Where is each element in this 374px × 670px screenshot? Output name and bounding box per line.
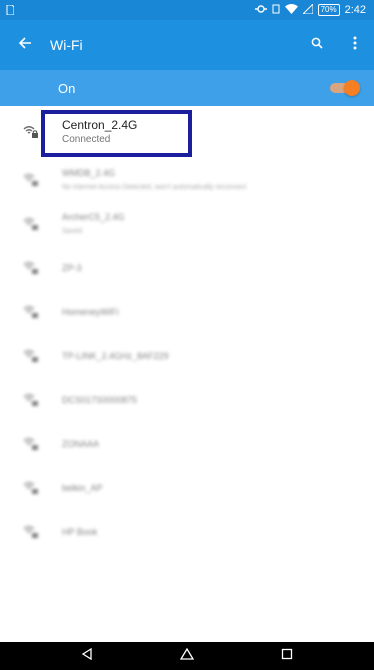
battery-indicator: 70%: [317, 4, 340, 16]
network-ssid: HP Book: [62, 526, 98, 537]
wifi-lock-icon: [0, 261, 62, 275]
network-item[interactable]: belkin_AP: [0, 466, 374, 510]
network-item[interactable]: ZONAAA: [0, 422, 374, 466]
network-item[interactable]: WMDB_2.4G No Internet Access Detected, w…: [0, 158, 374, 202]
network-ssid: TP-LINK_2.4GHz_8AF229: [62, 350, 169, 361]
wifi-lock-icon: [0, 437, 62, 451]
wifi-toggle[interactable]: [330, 80, 360, 96]
wifi-master-switch-bar[interactable]: On: [0, 70, 374, 106]
network-ssid: ArcherC5_2.4G: [62, 212, 125, 222]
network-ssid: HomeneyWiFi: [62, 306, 119, 317]
wifi-lock-icon: [0, 217, 62, 231]
nav-back-button[interactable]: [76, 645, 98, 667]
status-time: 2:42: [344, 4, 366, 16]
network-item[interactable]: ArcherC5_2.4G Saved: [0, 202, 374, 246]
vibrate-icon: [272, 4, 280, 17]
status-icons: 70% 2:42: [254, 2, 374, 17]
more-options-button[interactable]: [336, 20, 374, 70]
network-status: Saved: [62, 228, 82, 235]
wifi-signal-icon: [284, 3, 298, 17]
network-item[interactable]: TP-LINK_2.4GHz_8AF229: [0, 334, 374, 378]
arrow-left-icon: [18, 36, 32, 55]
data-saver-icon: [254, 4, 267, 17]
network-item[interactable]: DCS017S0000875: [0, 378, 374, 422]
network-ssid: ZP-3: [62, 262, 82, 273]
square-recents-icon: [281, 647, 293, 665]
wifi-lock-icon: [0, 481, 62, 495]
cell-signal-icon: [301, 2, 314, 17]
network-item-connected[interactable]: Centron_2.4G Connected: [0, 106, 374, 158]
nav-home-button[interactable]: [176, 645, 198, 667]
network-status: No Internet Access Detected, won't autom…: [62, 184, 247, 191]
wifi-lock-icon: [0, 305, 62, 319]
home-icon: [179, 647, 195, 665]
toggle-thumb: [344, 80, 360, 96]
wifi-network-list: Centron_2.4G Connected WMDB_2.4G No Inte…: [0, 106, 374, 554]
network-ssid: ZONAAA: [62, 438, 100, 449]
network-ssid: Centron_2.4G: [62, 118, 138, 132]
nav-recents-button[interactable]: [276, 645, 298, 667]
wifi-lock-icon: [0, 393, 62, 407]
status-bar: 70% 2:42: [0, 0, 374, 20]
search-icon: [311, 36, 323, 54]
wifi-switch-label: On: [58, 80, 76, 96]
network-item[interactable]: HomeneyWiFi: [0, 290, 374, 334]
more-vert-icon: [353, 36, 357, 55]
page-title: Wi-Fi: [50, 37, 83, 53]
wifi-lock-icon: [0, 349, 62, 363]
network-item[interactable]: HP Book: [0, 510, 374, 554]
triangle-back-icon: [81, 647, 93, 665]
sim-card-icon: [6, 5, 20, 15]
network-ssid: DCS017S0000875: [62, 394, 138, 405]
network-ssid: belkin_AP: [62, 482, 103, 493]
search-button[interactable]: [298, 20, 336, 70]
system-nav-bar: [0, 642, 374, 670]
app-bar: Wi-Fi: [0, 20, 374, 70]
wifi-lock-icon: [0, 125, 62, 139]
wifi-lock-icon: [0, 525, 62, 539]
wifi-lock-icon: [0, 173, 62, 187]
network-ssid: WMDB_2.4G: [62, 168, 116, 178]
back-button[interactable]: [0, 20, 50, 70]
network-status: Connected: [62, 134, 111, 145]
network-item[interactable]: ZP-3: [0, 246, 374, 290]
